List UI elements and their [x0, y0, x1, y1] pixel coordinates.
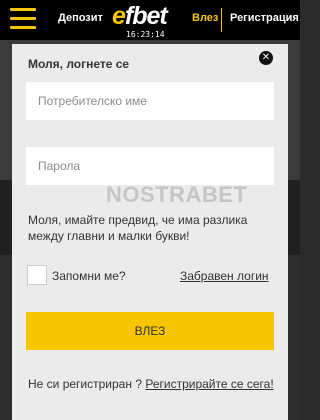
- login-button[interactable]: ВЛЕЗ: [26, 312, 274, 350]
- menu-bar: [10, 8, 36, 11]
- logo-e: e: [112, 2, 126, 30]
- remember-me-label[interactable]: Запомни ме?: [52, 269, 126, 283]
- register-prompt-text: Не си регистриран ?: [28, 377, 142, 391]
- menu-bar: [10, 26, 36, 29]
- modal-title: Моля, логнете се: [28, 57, 130, 71]
- remember-me-checkbox[interactable]: [27, 265, 47, 285]
- logo-text: fbet: [124, 2, 168, 30]
- efbet-logo[interactable]: efbet: [112, 2, 168, 31]
- hamburger-menu-icon[interactable]: [10, 8, 36, 30]
- clock: 16:23:14: [126, 30, 165, 39]
- login-modal: Моля, логнете се ✕ NOSTRABET Моля, имайт…: [12, 44, 288, 420]
- menu-bar: [10, 17, 36, 20]
- header-divider: [221, 8, 222, 32]
- forgot-login-link[interactable]: Забравен логин: [180, 269, 269, 283]
- close-icon[interactable]: ✕: [259, 51, 273, 65]
- password-input[interactable]: [26, 147, 274, 185]
- username-input[interactable]: [26, 82, 274, 120]
- register-link[interactable]: Регистрация: [230, 12, 299, 24]
- top-header: Депозит efbet 16:23:14 Влез Регистрация: [0, 0, 300, 40]
- register-now-link[interactable]: Регистрирайте се сега!: [145, 377, 273, 391]
- deposit-link[interactable]: Депозит: [58, 12, 103, 24]
- register-prompt: Не си регистриран ? Регистрирайте се сег…: [28, 377, 278, 392]
- case-sensitivity-hint: Моля, имайте предвид, че има разлика меж…: [28, 213, 248, 243]
- login-link[interactable]: Влез: [192, 12, 218, 24]
- watermark: NOSTRABET: [106, 182, 248, 207]
